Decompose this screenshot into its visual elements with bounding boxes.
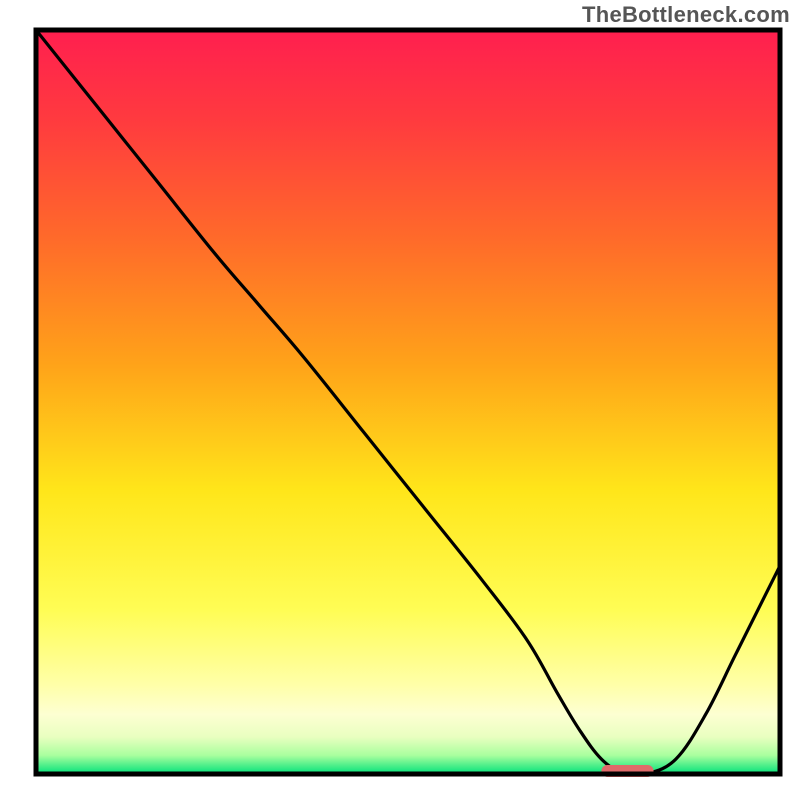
bottleneck-plot <box>0 0 800 800</box>
plot-background <box>36 30 780 774</box>
watermark-text: TheBottleneck.com <box>582 2 790 28</box>
